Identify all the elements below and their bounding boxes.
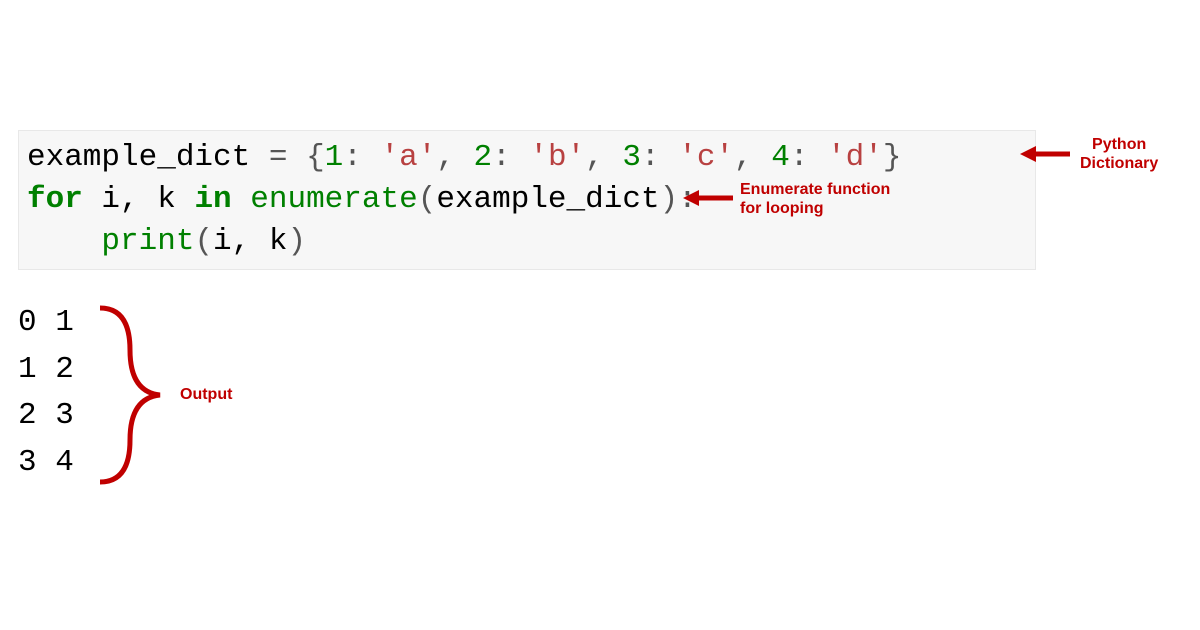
output-line-4: 3 4 <box>18 445 74 480</box>
print-builtin: print <box>101 224 194 259</box>
comma: , <box>585 140 622 175</box>
dict-value-3: 'c' <box>678 140 734 175</box>
paren-open: ( <box>194 224 213 259</box>
annotation-enum-line2: for looping <box>740 199 890 218</box>
brace-close: } <box>883 140 902 175</box>
comma: , <box>436 140 473 175</box>
brace-open: { <box>306 140 325 175</box>
dict-value-4: 'd' <box>827 140 883 175</box>
colon: : <box>343 140 380 175</box>
comma: , <box>734 140 771 175</box>
output-line-2: 1 2 <box>18 352 74 387</box>
arrow-enumerate-icon <box>683 186 738 210</box>
arrow-dict-icon <box>1020 142 1075 166</box>
code-line-1: example_dict = {1: 'a', 2: 'b', 3: 'c', … <box>27 140 902 175</box>
loop-vars: i, k <box>83 182 195 217</box>
output-block: 0 1 1 2 2 3 3 4 <box>18 300 74 486</box>
code-line-2: for i, k in enumerate(example_dict): <box>27 182 697 217</box>
dict-key-3: 3 <box>622 140 641 175</box>
colon: : <box>790 140 827 175</box>
enumerate-arg: example_dict <box>436 182 659 217</box>
in-keyword: in <box>194 182 231 217</box>
variable-name: example_dict <box>27 140 250 175</box>
paren-close: ) <box>287 224 306 259</box>
annotation-enum-line1: Enumerate function <box>740 180 890 199</box>
dict-key-4: 4 <box>771 140 790 175</box>
annotation-dict: Python Dictionary <box>1080 135 1158 173</box>
annotation-dict-line2: Dictionary <box>1080 154 1158 173</box>
paren-open: ( <box>418 182 437 217</box>
assign-operator: = <box>250 140 306 175</box>
annotation-output: Output <box>180 385 232 404</box>
enumerate-builtin: enumerate <box>250 182 417 217</box>
indent <box>27 224 101 259</box>
colon: : <box>492 140 529 175</box>
code-line-3: print(i, k) <box>27 224 306 259</box>
output-line-3: 2 3 <box>18 398 74 433</box>
annotation-dict-line1: Python <box>1080 135 1158 154</box>
dict-value-1: 'a' <box>381 140 437 175</box>
space <box>232 182 251 217</box>
brace-output-icon <box>90 300 170 490</box>
colon: : <box>641 140 678 175</box>
dict-value-2: 'b' <box>529 140 585 175</box>
for-keyword: for <box>27 182 83 217</box>
dict-key-1: 1 <box>325 140 344 175</box>
dict-key-2: 2 <box>474 140 493 175</box>
annotation-enumerate: Enumerate function for looping <box>740 180 890 218</box>
print-args: i, k <box>213 224 287 259</box>
annotation-output-label: Output <box>180 386 232 403</box>
output-line-1: 0 1 <box>18 305 74 340</box>
